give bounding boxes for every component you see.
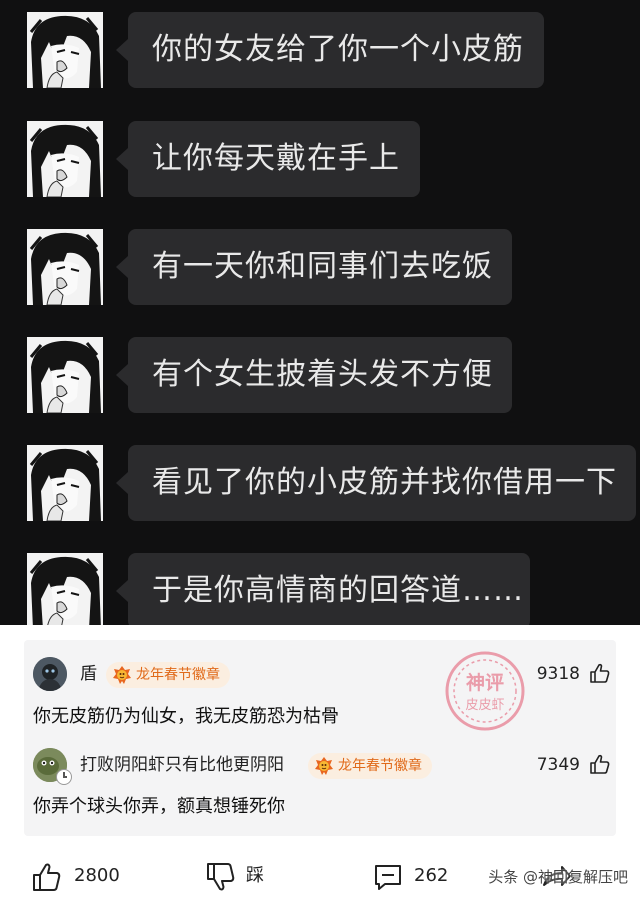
chat-screenshot: 你的女友给了你一个小皮筋 让你每天戴在手上 有一天你和同事们去吃饭 有个女生披着… <box>0 0 640 625</box>
dragon-badge-icon <box>314 756 334 776</box>
dislike-label[interactable]: 踩 <box>246 864 264 888</box>
chat-bubble: 你的女友给了你一个小皮筋 <box>116 12 544 88</box>
avatar <box>27 553 103 625</box>
chat-message: 让你每天戴在手上 <box>0 121 640 211</box>
comment-count[interactable]: 262 <box>414 864 448 888</box>
comment-username[interactable]: 打败阴阳虾只有比他更阴阳 <box>80 753 284 777</box>
stamp-subtitle: 皮皮虾 <box>465 698 505 713</box>
chat-bubble: 看见了你的小皮筋并找你借用一下 <box>116 445 636 521</box>
avatar <box>27 121 103 197</box>
comment-text: 你无皮筋仍为仙女，我无皮筋恐为枯骨 <box>33 706 339 727</box>
thumb-up-icon[interactable] <box>588 753 610 775</box>
comment-like-count: 7349 <box>536 755 580 775</box>
dragon-badge-icon <box>112 665 132 685</box>
thumb-up-icon[interactable] <box>588 662 610 684</box>
stamp-title: 神评 <box>465 672 504 694</box>
chat-message: 于是你高情商的回答道…… <box>0 553 640 625</box>
chat-bubble: 有一天你和同事们去吃饭 <box>116 229 512 305</box>
avatar <box>27 12 103 88</box>
comment-username[interactable]: 盾 <box>80 662 97 686</box>
avatar <box>27 229 103 305</box>
chat-message: 看见了你的小皮筋并找你借用一下 <box>0 445 640 535</box>
chat-bubble: 于是你高情商的回答道…… <box>116 553 530 625</box>
clock-icon <box>56 769 72 785</box>
comment-icon[interactable] <box>372 861 404 893</box>
avatar <box>27 445 103 521</box>
like-count[interactable]: 2800 <box>74 864 120 888</box>
chat-message: 有个女生披着头发不方便 <box>0 337 640 427</box>
avatar <box>27 337 103 413</box>
like-icon[interactable] <box>30 861 62 893</box>
festival-badge: 龙年春节徽章 <box>106 662 230 688</box>
platform-watermark: 头条 @神回复解压吧 <box>488 868 628 886</box>
chat-bubble: 有个女生披着头发不方便 <box>116 337 512 413</box>
badge-label: 龙年春节徽章 <box>136 667 220 683</box>
commenter-avatar[interactable] <box>33 657 67 691</box>
chat-message: 有一天你和同事们去吃饭 <box>0 229 640 319</box>
badge-label: 龙年春节徽章 <box>338 758 422 774</box>
dislike-icon[interactable] <box>204 861 236 893</box>
comment-text: 你弄个球头你弄，额真想锤死你 <box>33 796 285 817</box>
hot-comment-stamp: 神评 皮皮虾 <box>442 648 528 734</box>
comment-like-count: 9318 <box>536 664 580 684</box>
chat-message: 你的女友给了你一个小皮筋 <box>0 12 640 102</box>
festival-badge: 龙年春节徽章 <box>308 753 432 779</box>
chat-bubble: 让你每天戴在手上 <box>116 121 420 197</box>
